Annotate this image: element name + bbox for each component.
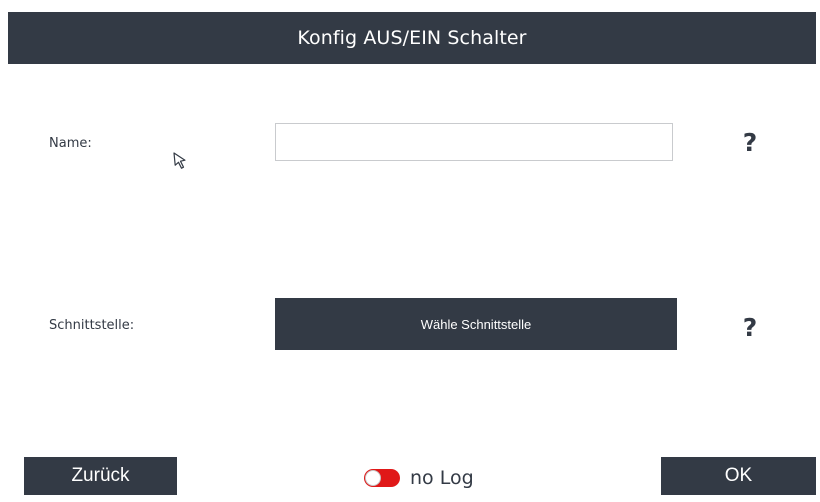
- ok-button[interactable]: OK: [661, 457, 816, 495]
- name-input[interactable]: [275, 123, 673, 161]
- dialog-title: Konfig AUS/EIN Schalter: [297, 27, 527, 49]
- choose-interface-button-label: Wähle Schnittstelle: [420, 316, 532, 332]
- log-toggle-group: no Log: [364, 467, 474, 489]
- interface-label: Schnittstelle:: [49, 318, 135, 333]
- toggle-knob: [365, 470, 381, 486]
- ok-button-label: OK: [724, 465, 753, 486]
- interface-help-icon[interactable]: ?: [741, 314, 759, 342]
- back-button[interactable]: Zurück: [24, 457, 177, 495]
- dialog-header: Konfig AUS/EIN Schalter: [8, 12, 816, 64]
- back-button-label: Zurück: [71, 465, 130, 486]
- mouse-pointer-icon: [173, 152, 186, 169]
- config-dialog: Konfig AUS/EIN Schalter Name: ? Schnitts…: [8, 12, 816, 502]
- name-help-icon[interactable]: ?: [741, 129, 759, 157]
- choose-interface-button[interactable]: Wähle Schnittstelle: [275, 298, 677, 350]
- name-label: Name:: [49, 136, 92, 151]
- log-toggle-label: no Log: [410, 467, 474, 489]
- log-toggle[interactable]: [364, 469, 400, 487]
